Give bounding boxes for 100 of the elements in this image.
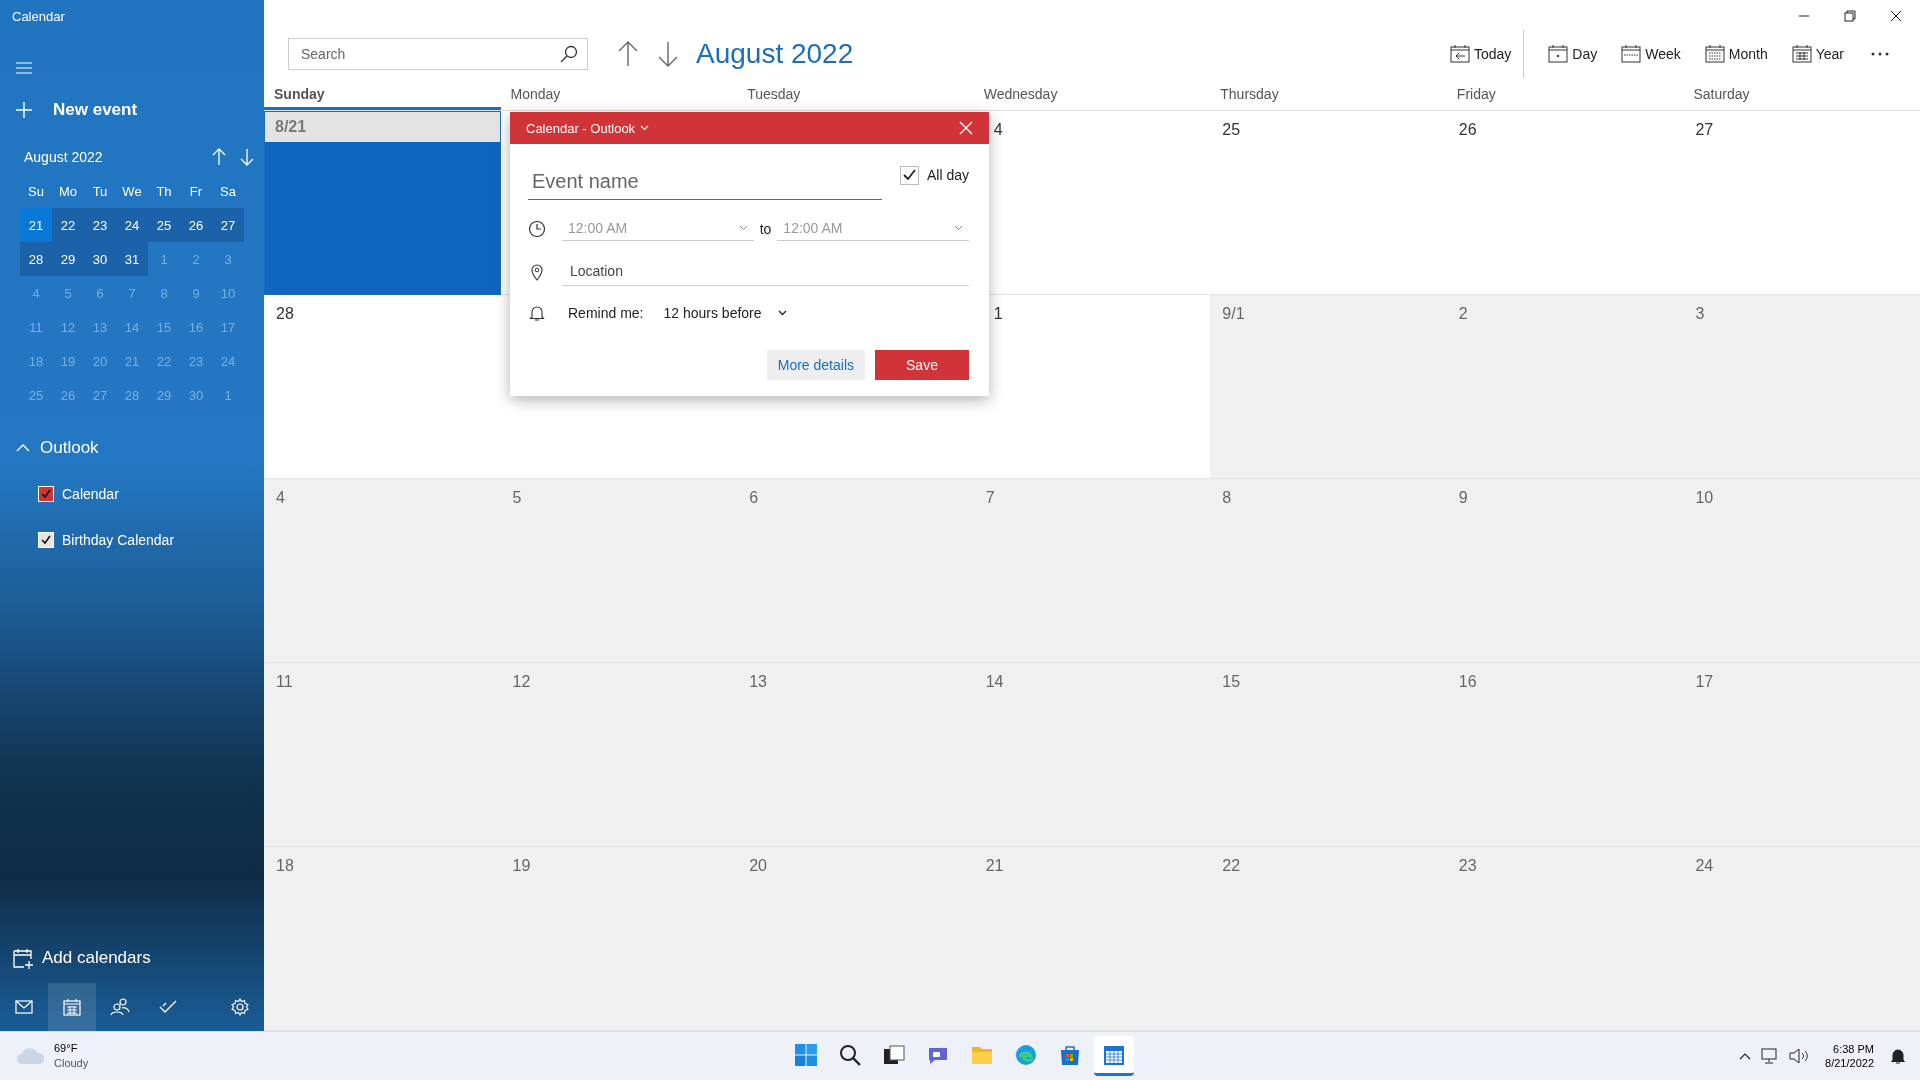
date-label: 27 xyxy=(1695,121,1714,138)
day-cell[interactable]: 13 xyxy=(737,663,974,847)
mini-calendar-day[interactable]: 21 xyxy=(20,208,52,242)
day-cell[interactable]: 5 xyxy=(500,479,738,663)
mini-calendar-month[interactable]: August 2022 xyxy=(24,149,198,165)
mini-calendar-day[interactable]: 28 xyxy=(20,242,52,276)
mini-calendar-day[interactable]: 23 xyxy=(84,208,116,242)
day-cell[interactable]: 17 xyxy=(1683,663,1920,847)
search-icon[interactable] xyxy=(560,45,578,63)
date-label: 9/1 xyxy=(1222,305,1245,322)
chevron-up-icon[interactable] xyxy=(1739,1052,1752,1060)
date-label: 9 xyxy=(1458,489,1468,506)
date-label: 26 xyxy=(1458,121,1477,138)
calendar-add-icon xyxy=(12,947,34,969)
view-button[interactable]: Day xyxy=(1548,45,1598,63)
clock[interactable]: 6:38 PM 8/21/2022 xyxy=(1825,1042,1874,1070)
weekday-header: Sunday xyxy=(274,86,325,102)
calendar-toggle[interactable]: Calendar xyxy=(38,486,264,502)
day-cell[interactable]: 2 xyxy=(1446,295,1684,479)
account-header[interactable]: Outlook xyxy=(16,438,264,458)
day-cell[interactable]: 6 xyxy=(737,479,974,663)
week-view-icon xyxy=(1621,45,1642,63)
mini-calendar-day[interactable]: 22 xyxy=(52,208,84,242)
weekday-header: Monday xyxy=(510,86,561,102)
day-cell[interactable]: 12 xyxy=(500,663,738,847)
date-label: 23 xyxy=(1458,857,1477,874)
date-label: 22 xyxy=(1222,857,1241,874)
day-cell[interactable]: 21 xyxy=(973,847,1211,1031)
all-day-checkbox[interactable]: All day xyxy=(899,165,969,185)
day-cell[interactable]: 19 xyxy=(500,847,738,1031)
year-view-icon xyxy=(1791,45,1812,63)
search-field[interactable]: Search xyxy=(288,38,588,70)
close-icon[interactable] xyxy=(1890,10,1902,22)
day-cell[interactable]: 24 xyxy=(1683,847,1920,1031)
day-cell[interactable]: 8 xyxy=(1210,479,1447,663)
cloud-icon xyxy=(16,1046,46,1066)
weekday-header: Tuesday xyxy=(747,86,801,102)
month-title[interactable]: August 2022 xyxy=(696,38,854,70)
day-cell[interactable]: 4 xyxy=(264,479,501,663)
mini-calendar-day[interactable]: 27 xyxy=(212,208,244,242)
day-cell[interactable]: 3 xyxy=(1683,295,1920,479)
day-view-icon xyxy=(1548,45,1569,63)
calendar-icon[interactable] xyxy=(1094,1036,1134,1076)
day-cell[interactable]: 9/1 xyxy=(1210,295,1447,479)
to-label: to xyxy=(759,220,772,237)
day-cell[interactable]: 18 xyxy=(264,847,501,1031)
date-label: 6 xyxy=(749,489,759,506)
day-cell[interactable]: 7 xyxy=(973,479,1211,663)
weekday-header: Friday xyxy=(1456,86,1496,102)
down-arrow-icon[interactable] xyxy=(658,41,678,67)
new-event-button[interactable]: New event xyxy=(15,100,264,120)
date-label: 14 xyxy=(985,673,1004,690)
weekday-label: Mo xyxy=(57,182,79,201)
date-label: 21 xyxy=(985,857,1004,874)
day-cell[interactable]: 16 xyxy=(1446,663,1684,847)
day-cell[interactable]: 8/21 xyxy=(264,111,501,295)
checkbox[interactable] xyxy=(899,165,919,185)
date-label: 16 xyxy=(1458,673,1477,690)
weekday-label: We xyxy=(121,182,143,201)
day-cell[interactable]: 20 xyxy=(737,847,974,1031)
date-label: 15 xyxy=(1222,673,1241,690)
mini-calendar-day[interactable]: 25 xyxy=(148,208,180,242)
day-cell[interactable]: 23 xyxy=(1446,847,1684,1031)
day-cell[interactable]: 14 xyxy=(973,663,1211,847)
remind-label: Remind me: xyxy=(568,305,644,321)
save-button[interactable]: Save xyxy=(875,350,969,380)
mini-calendar-day[interactable]: 30 xyxy=(84,242,116,276)
day-cell[interactable]: 15 xyxy=(1210,663,1447,847)
mini-calendar-day[interactable]: 29 xyxy=(52,242,84,276)
mini-calendar-day[interactable]: 31 xyxy=(116,242,148,276)
notification-bell-icon[interactable] xyxy=(1890,1047,1906,1065)
day-cell[interactable]: 11 xyxy=(264,663,501,847)
reminder-dropdown[interactable]: 12 hours before xyxy=(663,305,787,321)
view-button[interactable]: Week xyxy=(1621,45,1681,63)
calendar-icon[interactable] xyxy=(48,983,96,1031)
day-cell[interactable]: 9 xyxy=(1446,479,1684,663)
date-label: 19 xyxy=(512,857,531,874)
weekday-label: Sa xyxy=(219,182,237,201)
mini-calendar-day[interactable]: 26 xyxy=(180,208,212,242)
network-icon[interactable] xyxy=(1761,1048,1780,1064)
calendar-picker[interactable]: Calendar - Outlook xyxy=(526,120,650,136)
up-arrow-icon[interactable] xyxy=(618,41,638,67)
bell-icon xyxy=(528,304,546,322)
view-button[interactable]: Year xyxy=(1791,45,1844,63)
weekday-label: Fr xyxy=(188,182,204,201)
calendar-toggle[interactable]: Birthday Calendar xyxy=(38,532,264,548)
more-icon[interactable] xyxy=(1870,51,1890,57)
add-calendars-button[interactable]: Add calendars xyxy=(12,947,264,969)
weekday-label: Tu xyxy=(91,182,109,201)
view-button[interactable]: Month xyxy=(1704,45,1768,63)
volume-icon[interactable] xyxy=(1789,1048,1810,1064)
date-label: 11 xyxy=(276,673,293,690)
day-cell[interactable]: 22 xyxy=(1210,847,1447,1031)
location-pin-icon xyxy=(528,262,546,281)
today-button[interactable]: Today xyxy=(1449,45,1512,63)
restore-icon[interactable] xyxy=(1844,10,1856,22)
more-details-button[interactable]: More details xyxy=(766,350,865,380)
mini-calendar-day[interactable]: 24 xyxy=(116,208,148,242)
date-label: 8 xyxy=(1222,489,1232,506)
day-cell[interactable]: 10 xyxy=(1683,479,1920,663)
